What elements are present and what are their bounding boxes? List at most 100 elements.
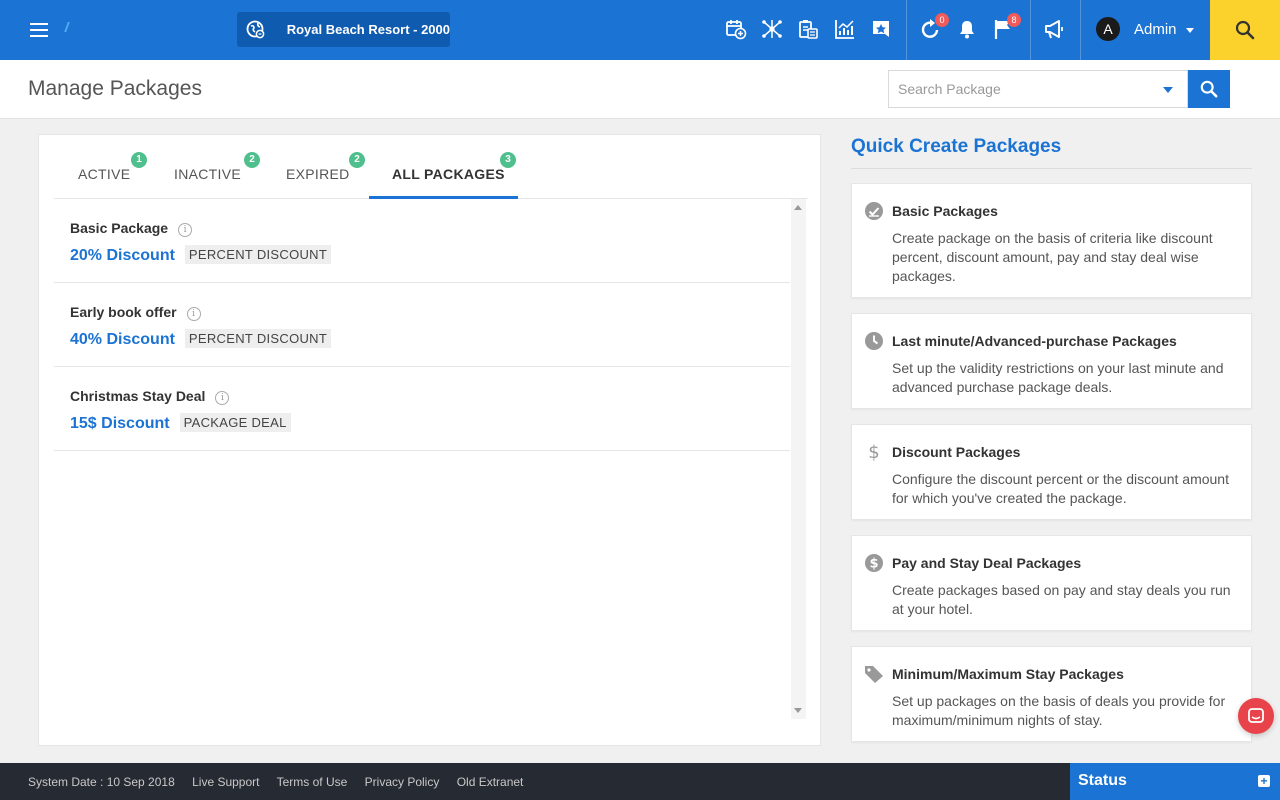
quick-create-basic-card[interactable]: Basic Packages Create package on the bas… <box>851 183 1252 298</box>
card-description: Create package on the basis of criteria … <box>892 230 1213 284</box>
package-name: Basic Package <box>70 220 169 236</box>
toolbar-divider <box>1080 0 1081 60</box>
flag-icon[interactable]: 8 <box>988 13 1021 44</box>
tab-label: ACTIVE <box>78 166 131 182</box>
property-selector[interactable]: Royal Beach Resort - 2000 <box>237 12 450 47</box>
brand-logo <box>64 22 74 32</box>
search-icon <box>1235 20 1255 40</box>
hamburger-menu-icon[interactable] <box>24 18 54 42</box>
info-icon[interactable]: i <box>186 307 201 321</box>
chevron-down-icon <box>1185 28 1194 33</box>
search-input[interactable] <box>889 71 1149 107</box>
tab-label: INACTIVE <box>174 166 241 182</box>
card-description: Create packages based on pay and stay de… <box>892 582 1231 617</box>
search-button[interactable] <box>1188 70 1230 108</box>
package-discount: 20% Discount <box>70 247 175 264</box>
dollar-circle-icon: $ <box>864 553 884 573</box>
svg-text:$: $ <box>868 442 879 462</box>
status-panel-toggle[interactable]: Status + <box>1070 763 1280 800</box>
quick-create-title: Quick Create Packages <box>851 136 1062 157</box>
clock-icon <box>864 331 884 351</box>
tab-active[interactable]: ACTIVE 1 <box>54 135 154 199</box>
link-privacy-policy[interactable]: Privacy Policy <box>365 775 440 789</box>
card-description: Set up the validity restrictions on your… <box>892 360 1224 395</box>
package-list: Basic Package i 20% Discount PERCENT DISCO… <box>54 199 790 451</box>
refresh-badge: 0 <box>935 13 949 27</box>
toolbar-divider <box>1030 0 1031 60</box>
tab-inactive[interactable]: INACTIVE 2 <box>154 135 269 199</box>
link-terms-of-use[interactable]: Terms of Use <box>277 775 348 789</box>
status-label: Status <box>1078 772 1127 789</box>
card-description: Configure the discount percent or the di… <box>892 471 1229 506</box>
tab-count-badge: 1 <box>131 152 147 168</box>
scrollbar[interactable] <box>791 199 806 719</box>
package-discount: 40% Discount <box>70 331 175 348</box>
quick-create-min-max-card[interactable]: Minimum/Maximum Stay Packages Set up pac… <box>851 646 1252 742</box>
tab-count-badge: 3 <box>500 152 516 168</box>
bell-icon[interactable] <box>952 14 982 44</box>
quick-create-pay-stay-card[interactable]: $ Pay and Stay Deal Packages Create pack… <box>851 535 1252 631</box>
divider <box>851 168 1252 169</box>
plus-icon[interactable]: + <box>1258 775 1270 787</box>
info-icon[interactable]: i <box>178 223 193 237</box>
package-type-badge: PACKAGE DEAL <box>179 413 291 432</box>
card-title: Minimum/Maximum Stay Packages <box>892 666 1124 682</box>
megaphone-icon[interactable] <box>1039 14 1069 44</box>
list-item[interactable]: Basic Package i 20% Discount PERCENT DISCO… <box>54 199 790 283</box>
user-name: Admin <box>1134 20 1177 38</box>
system-date: System Date : 10 Sep 2018 <box>28 775 175 789</box>
flag-badge: 8 <box>1007 13 1021 27</box>
card-description: Set up packages on the basis of deals yo… <box>892 693 1226 728</box>
calendar-add-icon[interactable] <box>721 14 751 44</box>
scroll-down-icon[interactable] <box>794 708 802 713</box>
tab-count-badge: 2 <box>244 152 260 168</box>
card-title: Basic Packages <box>892 203 998 219</box>
package-tabs: ACTIVE 1 INACTIVE 2 EXPIRED 2 ALL PACKAG… <box>54 135 808 199</box>
clipboard-icon[interactable] <box>793 14 823 44</box>
info-icon[interactable]: i <box>215 391 230 405</box>
chat-icon <box>1248 708 1264 723</box>
package-type-badge: PERCENT DISCOUNT <box>184 329 332 348</box>
network-icon[interactable] <box>757 14 787 44</box>
svg-text:$: $ <box>869 557 878 572</box>
dollar-icon: $ <box>864 442 884 462</box>
tab-count-badge: 2 <box>349 152 365 168</box>
tab-expired[interactable]: EXPIRED 2 <box>269 135 369 199</box>
package-name: Early book offer <box>70 304 177 320</box>
quick-create-discount-card[interactable]: $ Discount Packages Configure the discou… <box>851 424 1252 520</box>
footer: System Date : 10 Sep 2018 Live Support T… <box>0 763 1280 800</box>
list-item[interactable]: Christmas Stay Deal i 15$ Discount PACKAGE… <box>54 367 790 451</box>
chevron-down-icon[interactable] <box>1163 87 1173 93</box>
check-circle-icon <box>864 201 884 221</box>
tab-all-packages[interactable]: ALL PACKAGES 3 <box>369 135 518 199</box>
package-name: Christmas Stay Deal <box>70 388 206 404</box>
link-live-support[interactable]: Live Support <box>192 775 259 789</box>
page-header: Manage Packages <box>0 60 1280 119</box>
packages-panel: ACTIVE 1 INACTIVE 2 EXPIRED 2 ALL PACKAG… <box>38 134 821 746</box>
link-old-extranet[interactable]: Old Extranet <box>457 775 524 789</box>
package-type-badge: PERCENT DISCOUNT <box>184 245 332 264</box>
footer-links: System Date : 10 Sep 2018 Live Support T… <box>28 775 537 789</box>
avatar: A <box>1096 17 1120 41</box>
package-discount: 15$ Discount <box>70 415 170 432</box>
refresh-icon[interactable]: 0 <box>916 13 949 44</box>
tag-icon <box>864 664 884 684</box>
global-search-button[interactable] <box>1210 0 1280 60</box>
tab-label: ALL PACKAGES <box>392 166 505 182</box>
user-menu[interactable]: A Admin <box>1096 17 1194 41</box>
list-item[interactable]: Early book offer i 40% Discount PERCENT DI… <box>54 283 790 367</box>
scroll-up-icon[interactable] <box>794 205 802 210</box>
toolbar-divider <box>906 0 907 60</box>
search-icon <box>1200 80 1218 98</box>
top-navigation-bar: Royal Beach Resort - 2000 0 8 A Admin <box>0 0 1280 60</box>
star-icon[interactable] <box>866 14 896 44</box>
card-title: Discount Packages <box>892 444 1021 460</box>
card-title: Last minute/Advanced-purchase Packages <box>892 333 1177 349</box>
chart-icon[interactable] <box>830 14 860 44</box>
page-title: Manage Packages <box>28 77 202 100</box>
tab-label: EXPIRED <box>286 166 350 182</box>
chat-button[interactable] <box>1238 698 1274 734</box>
quick-create-last-minute-card[interactable]: Last minute/Advanced-purchase Packages S… <box>851 313 1252 409</box>
card-title: Pay and Stay Deal Packages <box>892 555 1082 571</box>
globe-icon <box>237 12 276 47</box>
